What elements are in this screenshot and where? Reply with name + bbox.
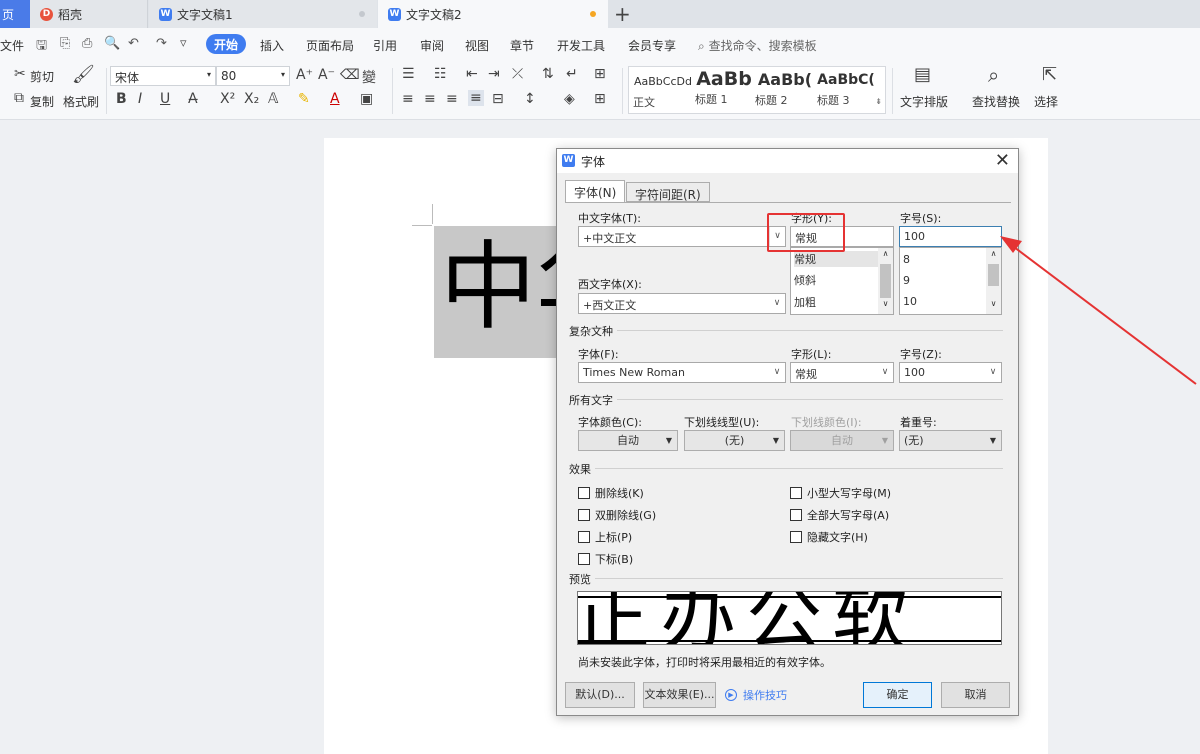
annotation-arrow-line: [1009, 243, 1197, 385]
annotation-arrow-layer: [1000, 236, 1197, 385]
